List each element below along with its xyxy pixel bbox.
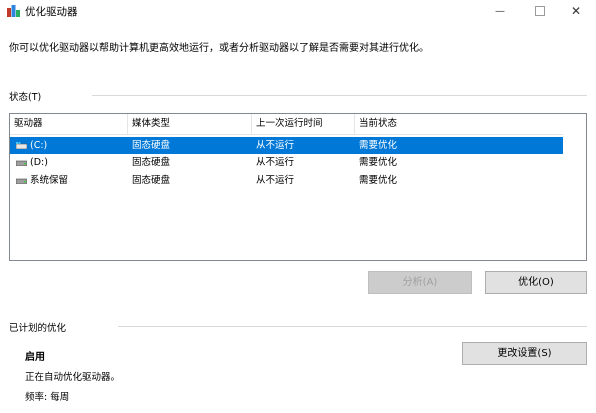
analyze-button[interactable]: 分析(A)	[368, 271, 472, 294]
description-text: 你可以优化驱动器以帮助计算机更高效地运行，或者分析驱动器以了解是否需要对其进行优…	[9, 43, 429, 54]
table-row[interactable]: (D:) 固态硬盘 从不运行 需要优化	[10, 154, 563, 171]
last-run: 从不运行	[256, 140, 295, 151]
drive-name: (C:)	[30, 140, 48, 151]
column-header-last-run[interactable]: 上一次运行时间	[252, 114, 355, 134]
scheduled-section-label: 已计划的优化	[9, 323, 67, 334]
status-section-label: 状态(T)	[9, 92, 42, 103]
title-bar: 优化驱动器 — ✕	[0, 0, 596, 22]
media-type: 固态硬盘	[132, 157, 171, 168]
scheduled-divider	[118, 326, 587, 327]
windows-drive-icon	[16, 142, 27, 149]
list-header: 驱动器 媒体类型 上一次运行时间 当前状态	[10, 114, 563, 135]
change-settings-button[interactable]: 更改设置(S)	[462, 342, 587, 365]
current-status: 需要优化	[359, 175, 398, 186]
status-divider	[92, 95, 587, 96]
minimize-button[interactable]: —	[480, 0, 520, 22]
table-row[interactable]: (C:) 固态硬盘 从不运行 需要优化	[10, 137, 563, 154]
window-title: 优化驱动器	[25, 6, 78, 18]
drive-list[interactable]: 驱动器 媒体类型 上一次运行时间 当前状态 (C:) 固态硬盘 从不运行 需要优…	[9, 113, 587, 261]
maximize-button[interactable]	[520, 0, 560, 22]
last-run: 从不运行	[256, 175, 295, 186]
close-button[interactable]: ✕	[556, 0, 596, 22]
minimize-icon: —	[495, 5, 505, 17]
column-header-drive[interactable]: 驱动器	[10, 114, 128, 134]
optimize-button[interactable]: 优化(O)	[485, 271, 587, 294]
schedule-frequency: 频率: 每周	[25, 392, 70, 403]
maximize-icon	[535, 6, 545, 16]
media-type: 固态硬盘	[132, 140, 171, 151]
schedule-description: 正在自动优化驱动器。	[25, 372, 121, 383]
column-header-current-status[interactable]: 当前状态	[355, 114, 563, 134]
current-status: 需要优化	[359, 140, 398, 151]
media-type: 固态硬盘	[132, 175, 171, 186]
current-status: 需要优化	[359, 157, 398, 168]
defrag-app-icon	[7, 5, 20, 17]
drive-name: (D:)	[30, 157, 48, 168]
drive-icon	[16, 160, 27, 166]
drive-name: 系统保留	[30, 175, 69, 186]
drive-icon	[16, 178, 27, 184]
column-header-media-type[interactable]: 媒体类型	[128, 114, 252, 134]
last-run: 从不运行	[256, 157, 295, 168]
table-row[interactable]: 系统保留 固态硬盘 从不运行 需要优化	[10, 172, 563, 189]
schedule-state: 启用	[25, 352, 45, 363]
close-icon: ✕	[570, 4, 582, 18]
